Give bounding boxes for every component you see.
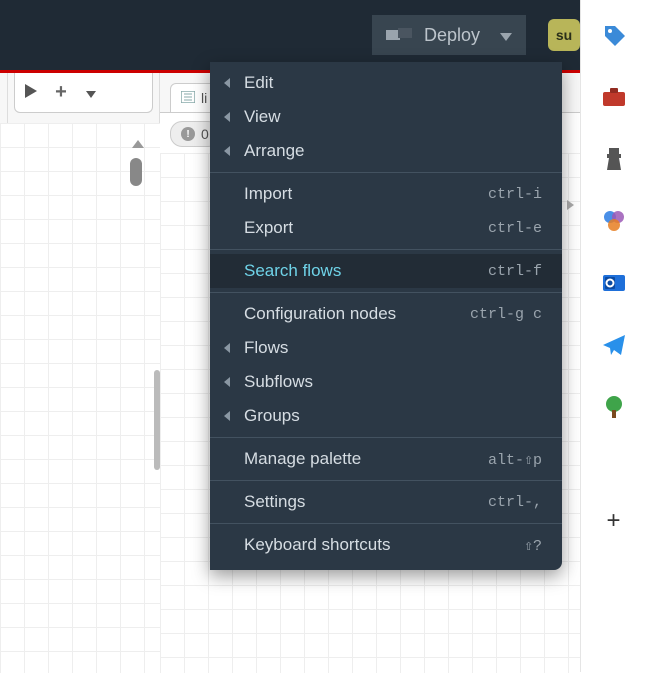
- play-icon[interactable]: [23, 84, 39, 101]
- office-icon[interactable]: [599, 206, 629, 236]
- add-app-icon[interactable]: +: [599, 506, 629, 536]
- expand-sidebar-icon[interactable]: [567, 200, 574, 210]
- submenu-arrow-icon: [224, 78, 230, 88]
- shortcut: ctrl-e: [488, 220, 542, 237]
- menu-label: Settings: [244, 492, 305, 512]
- scroll-up-icon[interactable]: [132, 140, 144, 148]
- briefcase-icon[interactable]: [599, 82, 629, 112]
- warning-count: 0: [201, 126, 209, 142]
- menu-edit[interactable]: Edit: [210, 66, 562, 100]
- menu-flows[interactable]: Flows: [210, 331, 562, 365]
- submenu-arrow-icon: [224, 377, 230, 387]
- menu-export[interactable]: Export ctrl-e: [210, 211, 562, 245]
- menu-manage-palette[interactable]: Manage palette alt-⇧p: [210, 442, 562, 476]
- submenu-arrow-icon: [224, 146, 230, 156]
- menu-label: Configuration nodes: [244, 304, 396, 324]
- menu-label: Import: [244, 184, 292, 204]
- menu-config-nodes[interactable]: Configuration nodes ctrl-g c: [210, 297, 562, 331]
- menu-label: Flows: [244, 338, 288, 358]
- submenu-arrow-icon: [224, 343, 230, 353]
- menu-import[interactable]: Import ctrl-i: [210, 177, 562, 211]
- telegram-icon[interactable]: [599, 330, 629, 360]
- shortcut: ⇧?: [524, 536, 542, 555]
- shortcut: ctrl-,: [488, 494, 542, 511]
- menu-arrange[interactable]: Arrange: [210, 134, 562, 168]
- shortcut: ctrl-i: [488, 186, 542, 203]
- shortcut: ctrl-g c: [470, 306, 542, 323]
- warning-icon: !: [181, 127, 195, 141]
- menu-keyboard-shortcuts[interactable]: Keyboard shortcuts ⇧?: [210, 528, 562, 562]
- menu-settings[interactable]: Settings ctrl-,: [210, 485, 562, 519]
- menu-label: Keyboard shortcuts: [244, 535, 390, 555]
- tree-icon[interactable]: [599, 392, 629, 422]
- shortcut: alt-⇧p: [488, 450, 542, 469]
- menu-label: Groups: [244, 406, 300, 426]
- left-toolbar: +: [14, 73, 153, 113]
- menu-label: Edit: [244, 73, 273, 93]
- caret-down-icon: [500, 25, 512, 46]
- menu-view[interactable]: View: [210, 100, 562, 134]
- shortcut: ctrl-f: [488, 263, 542, 280]
- avatar[interactable]: su: [548, 19, 580, 51]
- chess-icon[interactable]: [599, 144, 629, 174]
- caret-down-icon[interactable]: [83, 85, 99, 101]
- main-menu: Edit View Arrange Import ctrl-i Export c…: [210, 62, 562, 570]
- menu-groups[interactable]: Groups: [210, 399, 562, 433]
- add-icon[interactable]: +: [53, 81, 69, 104]
- menu-label: Subflows: [244, 372, 313, 392]
- submenu-arrow-icon: [224, 411, 230, 421]
- menu-label: View: [244, 107, 281, 127]
- tab-label: li: [201, 90, 207, 106]
- deploy-button[interactable]: Deploy: [372, 15, 526, 55]
- right-sidebar: +: [580, 0, 646, 672]
- tag-icon[interactable]: [599, 20, 629, 50]
- menu-label: Arrange: [244, 141, 304, 161]
- menu-subflows[interactable]: Subflows: [210, 365, 562, 399]
- app-header: Deploy su: [0, 0, 646, 70]
- menu-search-flows[interactable]: Search flows ctrl-f: [210, 254, 562, 288]
- list-icon: [181, 90, 195, 106]
- outlook-icon[interactable]: [599, 268, 629, 298]
- deploy-label: Deploy: [424, 25, 480, 46]
- divider-handle[interactable]: [154, 370, 160, 470]
- deploy-icon: [386, 28, 412, 42]
- scrollbar-thumb[interactable]: [130, 158, 142, 186]
- menu-label: Export: [244, 218, 293, 238]
- submenu-arrow-icon: [224, 112, 230, 122]
- menu-label: Manage palette: [244, 449, 361, 469]
- menu-label: Search flows: [244, 261, 341, 281]
